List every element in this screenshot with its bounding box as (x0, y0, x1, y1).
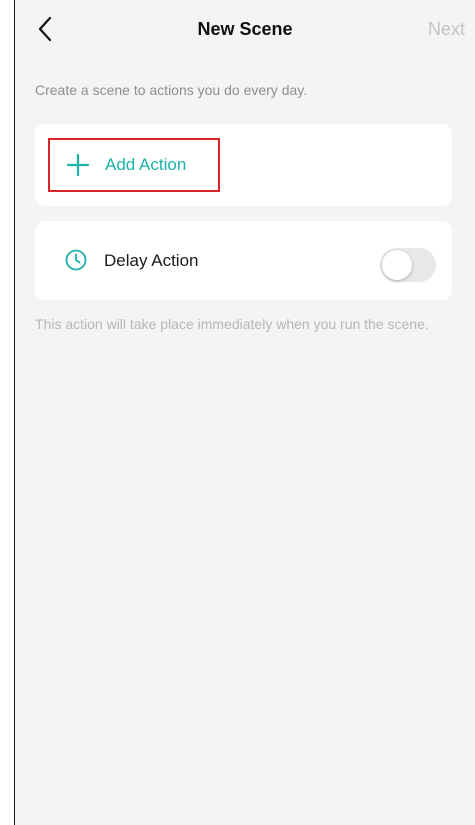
plus-icon (67, 154, 89, 176)
add-action-button[interactable]: Add Action (48, 138, 220, 192)
delay-action-toggle[interactable] (380, 248, 436, 282)
new-scene-screen: New Scene Next Create a scene to actions… (14, 0, 475, 825)
add-action-label: Add Action (105, 155, 187, 174)
delay-note: This action will take place immediately … (35, 316, 429, 332)
toggle-knob (382, 250, 412, 280)
add-action-card: Add Action (35, 124, 452, 206)
page-title: New Scene (197, 19, 293, 39)
clock-icon (65, 249, 87, 271)
page-description: Create a scene to actions you do every d… (35, 82, 308, 98)
next-button[interactable]: Next (428, 19, 465, 40)
header-bar: New Scene Next (15, 0, 475, 62)
delay-action-card: Delay Action (35, 221, 452, 300)
delay-action-label: Delay Action (104, 251, 199, 270)
